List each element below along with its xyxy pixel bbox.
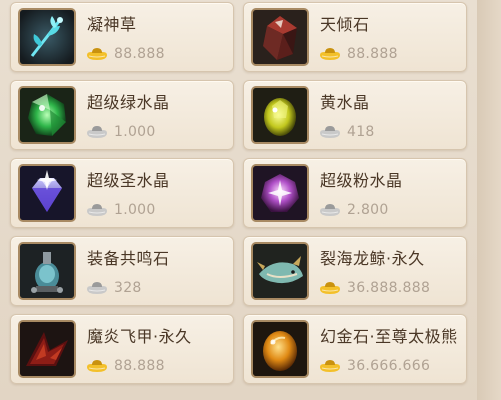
green-crystal-icon bbox=[20, 88, 74, 142]
shop-item-card[interactable]: 凝神草 88.888 bbox=[10, 2, 234, 72]
gold-ingot-icon bbox=[85, 46, 109, 62]
shop-item-card[interactable]: 裂海龙鲸·永久 36.888.888 bbox=[243, 236, 467, 306]
item-price: 2.800 bbox=[347, 202, 389, 218]
item-icon-frame[interactable] bbox=[251, 164, 309, 222]
item-name: 超级圣水晶 bbox=[87, 171, 170, 190]
item-icon-frame[interactable] bbox=[18, 86, 76, 144]
gold-ingot-icon bbox=[318, 46, 342, 62]
item-name: 超级粉水晶 bbox=[320, 171, 403, 190]
shop-item-card[interactable]: 天倾石 88.888 bbox=[243, 2, 467, 72]
item-name: 凝神草 bbox=[87, 15, 137, 34]
item-name: 天倾石 bbox=[320, 15, 370, 34]
item-icon-frame[interactable] bbox=[251, 8, 309, 66]
scrollbar-track[interactable] bbox=[477, 0, 501, 400]
item-price: 328 bbox=[114, 280, 142, 296]
item-icon-frame[interactable] bbox=[251, 86, 309, 144]
yellow-crystal-icon bbox=[253, 88, 307, 142]
shop-item-card[interactable]: 超级圣水晶 1.000 bbox=[10, 158, 234, 228]
item-name: 黄水晶 bbox=[320, 93, 370, 112]
item-icon-frame[interactable] bbox=[18, 8, 76, 66]
item-name: 裂海龙鲸·永久 bbox=[320, 249, 425, 268]
price-row: 1.000 bbox=[85, 121, 156, 143]
gold-ingot-icon bbox=[85, 358, 109, 374]
item-name: 幻金石·至尊太极熊 bbox=[320, 327, 458, 346]
shop-item-card[interactable]: 装备共鸣石 328 bbox=[10, 236, 234, 306]
shop-panel: 凝神草 88.888 天倾石 88.888 超级绿水晶 1.000 黄水晶 41… bbox=[0, 0, 501, 400]
item-price: 88.888 bbox=[114, 46, 165, 62]
price-row: 2.800 bbox=[318, 199, 389, 221]
price-row: 88.888 bbox=[85, 43, 165, 65]
price-row: 418 bbox=[318, 121, 375, 143]
flame-wings-icon bbox=[20, 322, 74, 376]
price-row: 88.888 bbox=[318, 43, 398, 65]
item-name: 装备共鸣石 bbox=[87, 249, 170, 268]
item-price: 36.888.888 bbox=[347, 280, 431, 296]
item-price: 88.888 bbox=[114, 358, 165, 374]
item-name: 魔炎飞甲·永久 bbox=[87, 327, 192, 346]
item-icon-frame[interactable] bbox=[18, 320, 76, 378]
resonance-stone-icon bbox=[20, 244, 74, 298]
silver-ingot-icon bbox=[85, 124, 109, 140]
item-price: 1.000 bbox=[114, 202, 156, 218]
shop-item-card[interactable]: 幻金石·至尊太极熊 36.666.666 bbox=[243, 314, 467, 384]
holy-crystal-icon bbox=[20, 166, 74, 220]
herb-icon bbox=[20, 10, 74, 64]
shop-item-card[interactable]: 超级绿水晶 1.000 bbox=[10, 80, 234, 150]
dragon-whale-icon bbox=[253, 244, 307, 298]
gold-ingot-icon bbox=[318, 358, 342, 374]
amber-stone-icon bbox=[253, 322, 307, 376]
item-price: 36.666.666 bbox=[347, 358, 431, 374]
shop-item-card[interactable]: 超级粉水晶 2.800 bbox=[243, 158, 467, 228]
item-name: 超级绿水晶 bbox=[87, 93, 170, 112]
silver-ingot-icon bbox=[318, 124, 342, 140]
price-row: 88.888 bbox=[85, 355, 165, 377]
item-icon-frame[interactable] bbox=[18, 164, 76, 222]
dark-stone-icon bbox=[253, 10, 307, 64]
price-row: 36.666.666 bbox=[318, 355, 430, 377]
item-price: 418 bbox=[347, 124, 375, 140]
item-icon-frame[interactable] bbox=[18, 242, 76, 300]
item-price: 88.888 bbox=[347, 46, 398, 62]
item-icon-frame[interactable] bbox=[251, 242, 309, 300]
price-row: 328 bbox=[85, 277, 142, 299]
price-row: 36.888.888 bbox=[318, 277, 430, 299]
item-price: 1.000 bbox=[114, 124, 156, 140]
price-row: 1.000 bbox=[85, 199, 156, 221]
gold-ingot-icon bbox=[318, 280, 342, 296]
silver-ingot-icon bbox=[85, 202, 109, 218]
pink-crystal-icon bbox=[253, 166, 307, 220]
silver-ingot-icon bbox=[85, 280, 109, 296]
silver-ingot-icon bbox=[318, 202, 342, 218]
item-icon-frame[interactable] bbox=[251, 320, 309, 378]
shop-item-card[interactable]: 魔炎飞甲·永久 88.888 bbox=[10, 314, 234, 384]
shop-item-card[interactable]: 黄水晶 418 bbox=[243, 80, 467, 150]
